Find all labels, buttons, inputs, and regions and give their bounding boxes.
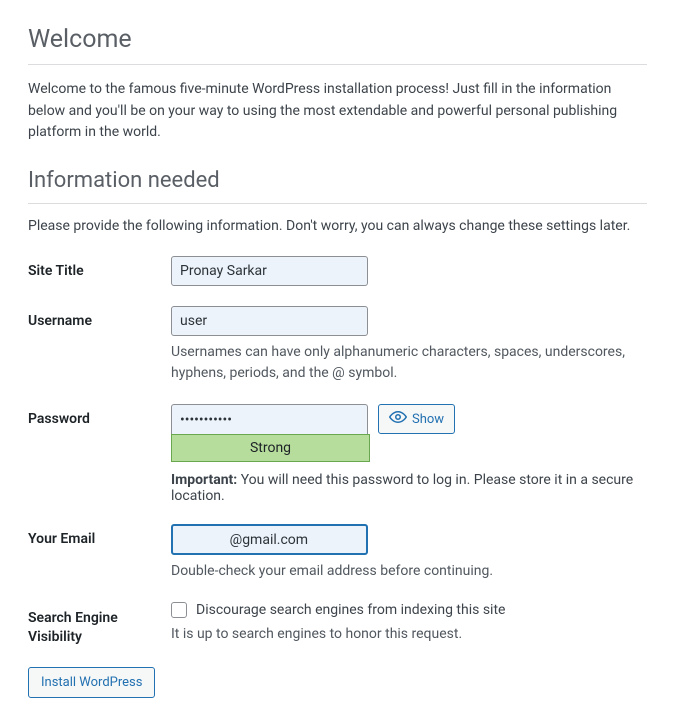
welcome-intro: Welcome to the famous five-minute WordPr… bbox=[28, 79, 647, 144]
install-form: Site Title Username Usernames can have o… bbox=[28, 256, 647, 667]
search-visibility-checkbox[interactable] bbox=[171, 602, 187, 618]
username-input[interactable] bbox=[171, 306, 368, 336]
show-label: Show bbox=[412, 412, 444, 427]
username-label: Username bbox=[28, 306, 171, 404]
site-title-input[interactable] bbox=[171, 256, 368, 286]
email-input[interactable] bbox=[171, 524, 368, 555]
show-password-button[interactable]: Show bbox=[378, 404, 455, 434]
password-label: Password bbox=[28, 404, 171, 524]
important-text: You will need this password to log in. P… bbox=[171, 472, 633, 504]
email-helper: Double-check your email address before c… bbox=[171, 561, 647, 582]
divider bbox=[28, 64, 647, 65]
username-helper: Usernames can have only alphanumeric cha… bbox=[171, 342, 647, 384]
search-visibility-label: Search Engine Visibility bbox=[28, 602, 171, 667]
password-input[interactable] bbox=[171, 404, 368, 434]
info-subhead: Please provide the following information… bbox=[28, 218, 647, 234]
search-helper: It is up to search engines to honor this… bbox=[171, 624, 647, 645]
install-wordpress-button[interactable]: Install WordPress bbox=[28, 667, 155, 698]
search-checkbox-label: Discourage search engines from indexing … bbox=[196, 602, 505, 618]
password-important: Important: You will need this password t… bbox=[171, 472, 647, 504]
welcome-heading: Welcome bbox=[28, 25, 647, 54]
info-heading: Information needed bbox=[28, 168, 647, 193]
password-strength: Strong bbox=[171, 434, 370, 462]
divider bbox=[28, 203, 647, 204]
site-title-label: Site Title bbox=[28, 256, 171, 306]
eye-icon bbox=[389, 410, 407, 428]
important-label: Important: bbox=[171, 472, 237, 488]
email-label: Your Email bbox=[28, 524, 171, 602]
